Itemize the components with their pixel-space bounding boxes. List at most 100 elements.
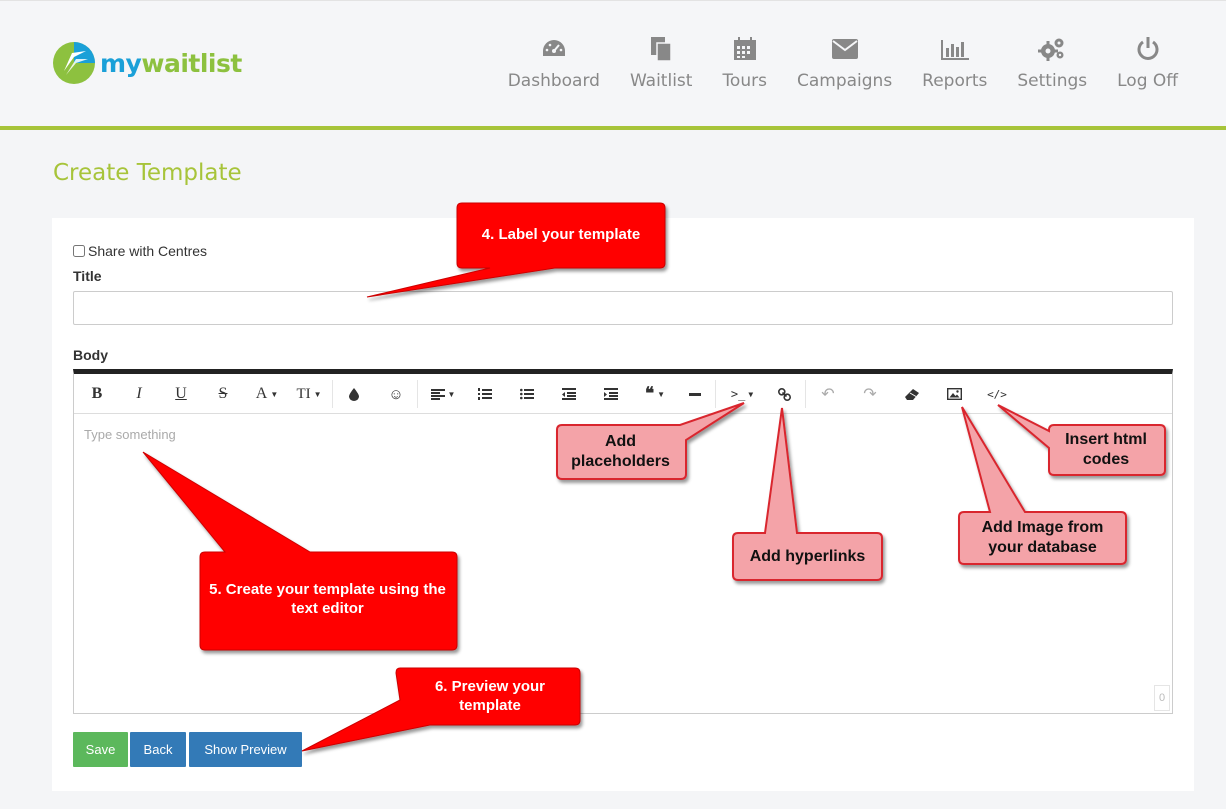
hyperlink-button[interactable] <box>775 382 793 406</box>
show-preview-button[interactable]: Show Preview <box>189 732 302 767</box>
nav-reports-label: Reports <box>922 71 988 91</box>
align-left-icon <box>430 388 445 400</box>
main-nav: Dashboard Waitlist Tours Campaigns Repor… <box>478 35 1178 91</box>
callout-label-template-text: 4. Label your template <box>481 225 641 243</box>
ordered-list-icon <box>478 388 492 400</box>
unordered-list-icon <box>520 388 534 400</box>
nav-waitlist[interactable]: Waitlist <box>629 35 693 91</box>
caret-down-icon: ▼ <box>270 389 279 399</box>
indent-button[interactable] <box>602 382 620 406</box>
font-size-dropdown[interactable]: TI ▼ <box>293 382 325 406</box>
logo[interactable]: mywaitlist <box>52 41 242 85</box>
calendar-icon <box>731 35 759 63</box>
placeholders-dropdown[interactable]: >_ ▼ <box>726 382 758 406</box>
body-label: Body <box>73 347 108 363</box>
html-code-button[interactable]: </> <box>987 382 1007 406</box>
font-size-label: TI <box>296 385 311 402</box>
nav-waitlist-label: Waitlist <box>629 71 693 91</box>
title-label: Title <box>73 268 102 284</box>
callout-insert-html-text: Insert html codes <box>1065 431 1147 468</box>
logo-icon <box>53 42 95 84</box>
undo-icon: ↶ <box>821 386 835 403</box>
share-label: Share with Centres <box>88 243 208 259</box>
smiley-icon: ☺ <box>388 385 404 403</box>
envelope-icon <box>831 35 859 63</box>
font-color-dropdown[interactable]: A ▼ <box>252 382 282 406</box>
template-form: Share with Centres Title Body B I U S A ▼… <box>52 218 1194 791</box>
toolbar-separator <box>332 380 333 408</box>
quote-icon: ❝ <box>644 384 655 404</box>
editor-placeholder: Type something <box>84 427 176 442</box>
bar-chart-icon <box>940 35 969 63</box>
page-title: Create Template <box>53 160 242 186</box>
callout-add-image-text: Add Image from your database <box>981 519 1104 556</box>
editor-toolbar: B I U S A ▼ TI ▼ ☺ ▼ ❝ ▼ >_ ▼ ↶ ↷ </> <box>74 374 1172 414</box>
insert-image-button[interactable] <box>945 382 963 406</box>
share-checkbox[interactable] <box>73 245 85 257</box>
outdent-icon <box>562 388 576 400</box>
eraser-icon <box>905 388 919 400</box>
ordered-list-button[interactable] <box>476 382 494 406</box>
header-divider <box>0 126 1226 130</box>
toolbar-separator <box>417 380 418 408</box>
callout-preview-template-text: 6. Preview your template <box>434 677 546 714</box>
link-icon <box>777 387 791 401</box>
nav-tours[interactable]: Tours <box>722 35 767 91</box>
bold-label: B <box>91 385 103 402</box>
callout-create-template-text: 5. Create your template using the text e… <box>209 581 446 617</box>
nav-settings[interactable]: Settings <box>1017 35 1087 91</box>
title-input[interactable] <box>73 291 1173 325</box>
nav-reports[interactable]: Reports <box>922 35 987 91</box>
indent-icon <box>604 388 618 400</box>
caret-down-icon: ▼ <box>313 389 322 399</box>
blockquote-dropdown[interactable]: ❝ ▼ <box>640 382 670 406</box>
strikethrough-button[interactable]: S <box>214 382 232 406</box>
caret-down-icon: ▼ <box>447 389 456 399</box>
outdent-button[interactable] <box>560 382 578 406</box>
caret-down-icon: ▼ <box>748 389 754 399</box>
unordered-list-button[interactable] <box>518 382 536 406</box>
callout-add-hyperlinks-text: Add hyperlinks <box>749 547 866 565</box>
clear-format-button[interactable] <box>903 382 921 406</box>
nav-tours-label: Tours <box>722 71 767 91</box>
drop-icon <box>349 387 359 401</box>
nav-campaigns[interactable]: Campaigns <box>797 35 892 91</box>
nav-settings-label: Settings <box>1017 71 1088 91</box>
share-with-centres[interactable]: Share with Centres <box>73 243 207 259</box>
logo-text-my: my <box>100 48 142 78</box>
callout-add-placeholders-text: Add placeholders <box>571 433 670 470</box>
horizontal-rule-icon <box>689 392 701 396</box>
horizontal-rule-button[interactable] <box>686 382 704 406</box>
redo-icon: ↷ <box>863 386 877 403</box>
save-button[interactable]: Save <box>73 732 128 767</box>
italic-button[interactable]: I <box>130 382 148 406</box>
nav-dashboard[interactable]: Dashboard <box>508 35 600 91</box>
font-color-label: A <box>255 385 268 402</box>
nav-log-off[interactable]: Log Off <box>1117 35 1178 91</box>
logo-text-waitlist: waitlist <box>141 48 242 78</box>
header: mywaitlist Dashboard Waitlist Tours Camp… <box>0 0 1226 126</box>
logo-text: mywaitlist <box>100 49 242 78</box>
nav-campaigns-label: Campaigns <box>796 71 893 91</box>
color-drop-button[interactable] <box>345 382 363 406</box>
code-icon: </> <box>987 387 1007 401</box>
toolbar-separator <box>715 380 716 408</box>
underline-button[interactable]: U <box>172 382 190 406</box>
emoji-button[interactable]: ☺ <box>386 382 406 406</box>
bold-button[interactable]: B <box>88 382 106 406</box>
image-icon <box>946 388 962 400</box>
back-button[interactable]: Back <box>130 732 186 767</box>
character-counter: 0 <box>1154 685 1170 711</box>
undo-button[interactable]: ↶ <box>819 382 837 406</box>
power-icon <box>1134 35 1162 63</box>
underline-label: U <box>175 385 187 402</box>
nav-dashboard-label: Dashboard <box>507 71 600 91</box>
gears-icon <box>1038 35 1066 63</box>
dashboard-icon <box>540 35 568 63</box>
redo-button[interactable]: ↷ <box>861 382 879 406</box>
italic-label: I <box>136 385 142 402</box>
align-dropdown[interactable]: ▼ <box>428 382 458 406</box>
terminal-icon: >_ <box>730 387 746 401</box>
nav-log-off-label: Log Off <box>1117 71 1178 91</box>
toolbar-separator <box>805 380 806 408</box>
